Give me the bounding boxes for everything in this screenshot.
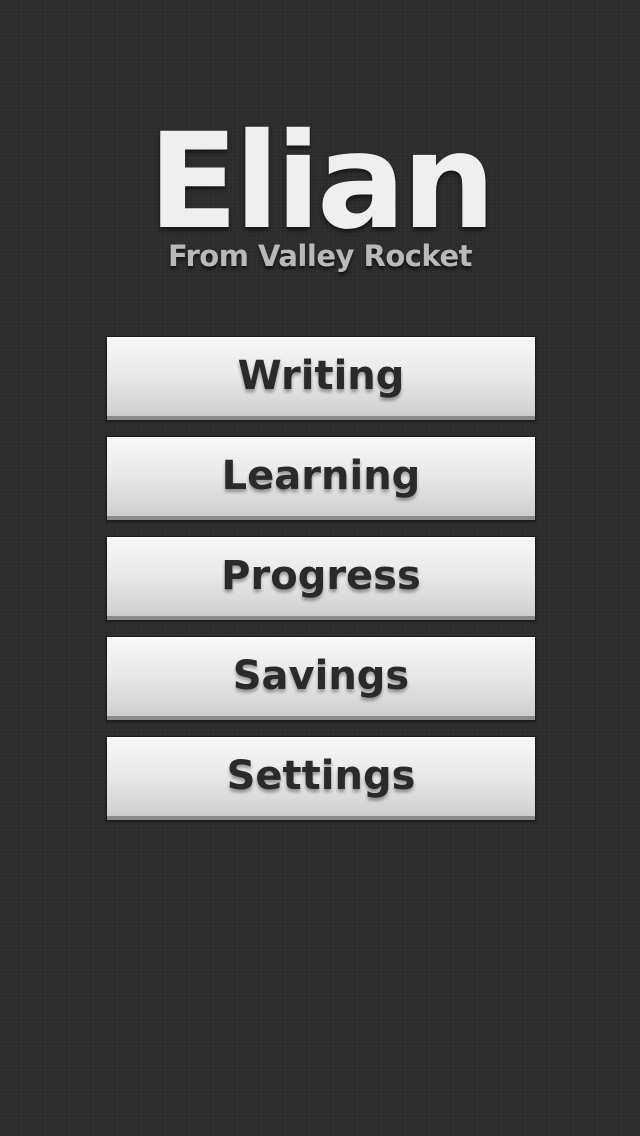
settings-button[interactable]: Settings: [106, 736, 536, 821]
savings-button[interactable]: Savings: [106, 636, 536, 721]
settings-button-label: Settings: [226, 752, 416, 799]
learning-button[interactable]: Learning: [106, 436, 536, 521]
progress-button[interactable]: Progress: [106, 536, 536, 621]
progress-button-label: Progress: [221, 552, 421, 599]
writing-button-label: Writing: [237, 352, 405, 399]
app-title: Elian: [148, 105, 496, 259]
app-header: Elian From Valley Rocket: [0, 112, 640, 274]
learning-button-label: Learning: [221, 452, 421, 499]
app-subtitle: From Valley Rocket: [168, 239, 472, 273]
savings-button-label: Savings: [232, 652, 410, 699]
writing-button[interactable]: Writing: [106, 336, 536, 421]
main-menu: Writing Learning Progress Savings Settin…: [106, 336, 536, 836]
